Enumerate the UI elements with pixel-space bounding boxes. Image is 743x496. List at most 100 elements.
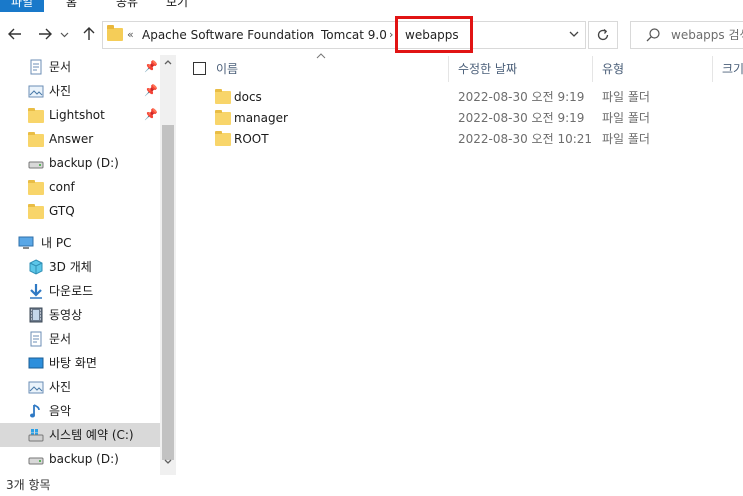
pin-icon: 📌 <box>144 84 158 97</box>
pictures-icon <box>28 381 44 394</box>
sidebar-scrollbar[interactable] <box>160 55 176 475</box>
column-date[interactable]: 수정한 날짜 <box>458 56 517 82</box>
item-count: 3개 항목 <box>6 478 51 492</box>
chevron-down-icon <box>569 31 579 37</box>
overflow-chevron[interactable]: « <box>127 22 134 48</box>
sidebar-item-lightshot[interactable]: Lightshot 📌 <box>0 103 160 127</box>
file-type: 파일 폴더 <box>602 111 650 125</box>
column-divider[interactable] <box>448 56 449 82</box>
sidebar-item-music[interactable]: 음악 <box>0 399 160 423</box>
folder-icon <box>107 25 123 41</box>
pin-icon: 📌 <box>144 108 158 121</box>
folder-icon <box>28 108 44 123</box>
folder-icon <box>28 132 44 147</box>
document-icon <box>30 59 42 75</box>
forward-button[interactable] <box>34 22 56 46</box>
scroll-down-button[interactable] <box>160 457 176 471</box>
folder-icon <box>215 131 231 146</box>
column-type[interactable]: 유형 <box>602 56 624 82</box>
column-name[interactable]: 이름 <box>216 56 238 82</box>
navigation-pane: 문서 📌 사진 📌 Lightshot 📌 Answer backup (D:)… <box>0 55 176 475</box>
download-icon <box>30 284 42 299</box>
file-date: 2022-08-30 오전 9:19 <box>458 111 585 125</box>
arrow-left-icon <box>8 28 21 40</box>
file-name: ROOT <box>234 132 269 146</box>
system-drive-icon <box>28 429 44 442</box>
tab-share[interactable]: 공유 <box>108 0 146 12</box>
breadcrumb-separator[interactable]: › <box>389 22 393 48</box>
address-dropdown[interactable] <box>565 22 583 48</box>
document-icon <box>30 331 42 347</box>
sidebar-item-backup-d-pc[interactable]: backup (D:) <box>0 447 160 471</box>
chevron-up-icon <box>164 60 172 65</box>
folder-icon <box>28 180 44 195</box>
refresh-icon <box>597 28 609 41</box>
sidebar-item-conf[interactable]: conf <box>0 175 160 199</box>
status-bar: 3개 항목 <box>0 474 743 496</box>
breadcrumb-separator[interactable]: › <box>309 22 313 48</box>
computer-icon <box>18 236 34 249</box>
up-button[interactable] <box>78 22 100 46</box>
scroll-up-button[interactable] <box>160 57 176 71</box>
sidebar-item-3d-objects[interactable]: 3D 개체 <box>0 255 160 279</box>
scroll-thumb[interactable] <box>162 125 174 460</box>
drive-icon <box>28 161 44 169</box>
3d-objects-icon <box>29 259 43 275</box>
sidebar-item-documents[interactable]: 문서 📌 <box>0 55 160 79</box>
folder-icon <box>215 89 231 104</box>
folder-icon <box>28 204 44 219</box>
chevron-down-icon <box>60 32 68 38</box>
column-size[interactable]: 크기 <box>722 56 743 82</box>
highlight-box <box>395 16 473 53</box>
drive-icon <box>28 457 44 465</box>
sidebar-item-pictures-pc[interactable]: 사진 <box>0 375 160 399</box>
file-row[interactable]: ROOT 2022-08-30 오전 10:21 파일 폴더 <box>182 129 743 150</box>
back-button[interactable] <box>4 22 26 46</box>
navigation-bar: « Apache Software Foundation › Tomcat 9.… <box>0 14 743 54</box>
tab-file[interactable]: 파일 <box>0 0 44 12</box>
breadcrumb-apache[interactable]: Apache Software Foundation <box>142 22 314 48</box>
file-row[interactable]: manager 2022-08-30 오전 9:19 파일 폴더 <box>182 108 743 129</box>
sort-up-icon <box>316 52 326 63</box>
tab-view[interactable]: 보기 <box>158 0 196 12</box>
file-date: 2022-08-30 오전 10:21 <box>458 132 593 146</box>
tab-home[interactable]: 홈 <box>58 0 85 12</box>
chevron-down-icon <box>164 459 172 464</box>
file-date: 2022-08-30 오전 9:19 <box>458 90 585 104</box>
file-type: 파일 폴더 <box>602 132 650 146</box>
sidebar-item-this-pc[interactable]: 내 PC <box>0 231 160 255</box>
sidebar-item-documents-pc[interactable]: 문서 <box>0 327 160 351</box>
pin-icon: 📌 <box>144 60 158 73</box>
address-bar[interactable]: « Apache Software Foundation › Tomcat 9.… <box>102 21 586 49</box>
sidebar-item-backup-d[interactable]: backup (D:) <box>0 151 160 175</box>
pictures-icon <box>28 85 44 98</box>
refresh-button[interactable] <box>588 21 618 49</box>
search-box[interactable]: webapps 검색 <box>630 21 743 49</box>
arrow-up-icon <box>83 27 95 40</box>
breadcrumb-tomcat[interactable]: Tomcat 9.0 <box>321 22 387 48</box>
sidebar-item-gtq[interactable]: GTQ <box>0 199 160 223</box>
sidebar-item-pictures[interactable]: 사진 📌 <box>0 79 160 103</box>
sidebar-item-videos[interactable]: 동영상 <box>0 303 160 327</box>
file-name: docs <box>234 90 262 104</box>
file-name: manager <box>234 111 288 125</box>
sidebar-item-answer[interactable]: Answer <box>0 127 160 151</box>
file-row[interactable]: docs 2022-08-30 오전 9:19 파일 폴더 <box>182 87 743 108</box>
sidebar-item-desktop[interactable]: 바탕 화면 <box>0 351 160 375</box>
sidebar-item-system-c[interactable]: 시스템 예약 (C:) <box>0 423 160 447</box>
ribbon-tabs: 파일 홈 공유 보기 <box>0 0 743 12</box>
music-icon <box>30 404 40 418</box>
arrow-right-icon <box>39 28 52 40</box>
column-divider[interactable] <box>712 56 713 82</box>
column-header: 이름 수정한 날짜 유형 크기 <box>182 53 743 82</box>
recent-locations-button[interactable] <box>58 22 70 46</box>
video-icon <box>29 307 43 323</box>
file-type: 파일 폴더 <box>602 90 650 104</box>
sidebar-item-downloads[interactable]: 다운로드 <box>0 279 160 303</box>
search-input[interactable]: webapps 검색 <box>671 22 743 48</box>
desktop-icon <box>28 357 44 369</box>
select-all-checkbox[interactable] <box>193 62 206 75</box>
search-icon <box>646 28 660 42</box>
column-divider[interactable] <box>592 56 593 82</box>
folder-icon <box>215 110 231 125</box>
